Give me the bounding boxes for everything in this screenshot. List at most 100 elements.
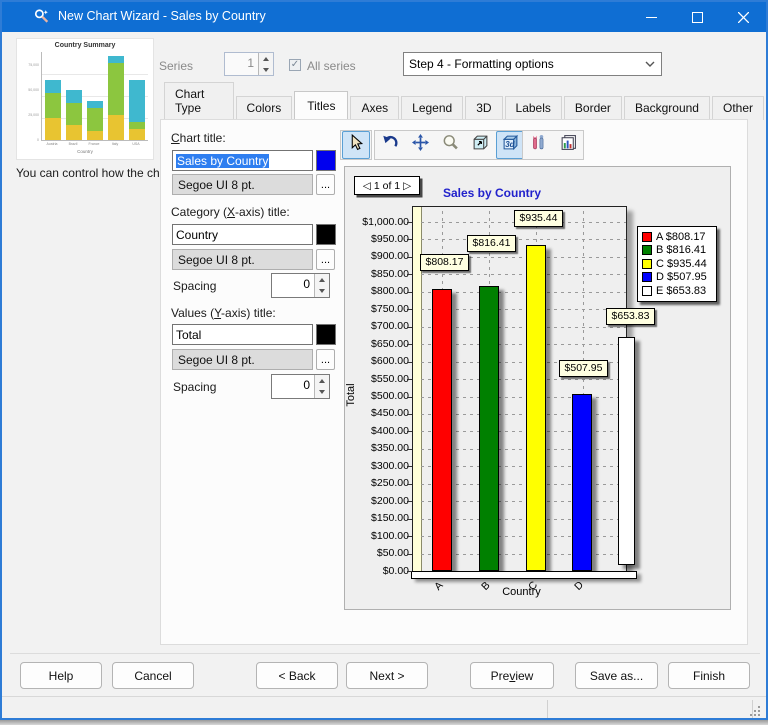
preview-button[interactable]: Pre v iew <box>470 662 554 689</box>
y-axis-tick <box>407 466 412 468</box>
yaxis-title-input-value: Total <box>176 327 202 342</box>
thumb-bar-segment <box>45 118 61 140</box>
xaxis-spacing-up[interactable] <box>315 274 329 286</box>
xaxis-title-input[interactable]: Country <box>172 224 313 245</box>
legend-item[interactable]: E $653.83 <box>642 284 712 298</box>
chart-title-label: Chart title: <box>171 131 226 145</box>
tab-legend[interactable]: Legend <box>401 96 464 120</box>
maximize-button[interactable] <box>674 2 720 32</box>
tab-labels[interactable]: Labels <box>504 96 562 120</box>
cancel-button[interactable]: Cancel <box>112 662 194 689</box>
data-label-B: $816.41 <box>467 235 516 252</box>
xaxis-font-button[interactable]: Segoe UI 8 pt. <box>172 249 313 270</box>
xaxis-title-text: Country <box>502 586 541 598</box>
all-series-checkbox[interactable]: ✓ <box>289 59 301 71</box>
thumb-bar-segment <box>45 80 61 94</box>
yaxis-font-more-button[interactable]: ... <box>316 349 335 370</box>
tab-3d[interactable]: 3D <box>465 96 503 120</box>
close-button[interactable] <box>720 2 766 32</box>
chart-title-input[interactable]: Sales by Country <box>172 150 313 171</box>
thumb-bar-segment <box>45 93 61 118</box>
bar-E[interactable] <box>618 337 635 565</box>
help-button[interactable]: Help <box>20 662 102 689</box>
thumb-xtick-label: France <box>88 142 100 146</box>
y-axis-tick <box>407 431 412 433</box>
tab-colors[interactable]: Colors <box>235 96 293 120</box>
3d-view-button[interactable]: 3d <box>496 131 524 159</box>
zoom-button[interactable] <box>436 131 464 159</box>
bar-C[interactable] <box>526 245 546 571</box>
xaxis-spacing-down[interactable] <box>315 285 329 297</box>
tools-button[interactable] <box>524 131 552 159</box>
bar-B[interactable] <box>479 286 499 571</box>
y-axis-tick-label: $300.00 <box>371 459 409 472</box>
thumb-bar-segment <box>87 131 103 140</box>
thumb-bar-segment <box>66 89 82 104</box>
next-button[interactable]: Next > <box>346 662 428 689</box>
y-axis-tick <box>407 553 412 555</box>
tab-titles[interactable]: Titles <box>294 91 349 121</box>
tab-background[interactable]: Background <box>623 96 710 120</box>
bar-D[interactable] <box>572 394 592 571</box>
y-axis-tick-label: $0.00 <box>382 564 409 577</box>
chart-title-font-button[interactable]: Segoe UI 8 pt. <box>172 174 313 195</box>
finish-button[interactable]: Finish <box>668 662 750 689</box>
tab-axes[interactable]: Axes <box>350 96 400 120</box>
y-axis-tick-label: $950.00 <box>371 232 409 245</box>
resize-grip[interactable] <box>750 706 760 716</box>
yaxis-font-button[interactable]: Segoe UI 8 pt. <box>172 349 313 370</box>
series-spinner[interactable]: 1 <box>224 52 274 76</box>
thumb-bar-segment <box>87 108 103 132</box>
y-axis-tick <box>407 239 412 241</box>
save-as-button[interactable]: Save as... <box>575 662 658 689</box>
xaxis-spacing-spinner[interactable]: 0 <box>271 273 330 298</box>
select-cursor-button[interactable] <box>342 131 370 159</box>
y-axis-tick-label: $600.00 <box>371 355 409 368</box>
gallery-button[interactable] <box>554 131 582 159</box>
page-indicator: 1 of 1 <box>373 179 401 192</box>
toolbar-group: 3d <box>374 130 526 160</box>
series-spinner-up[interactable] <box>259 53 273 64</box>
chart-title-color-swatch[interactable] <box>316 150 336 171</box>
thumb-bar-segment <box>129 121 145 130</box>
y-axis-tick <box>407 518 412 520</box>
depth-button[interactable] <box>466 131 494 159</box>
xaxis-font-more-button[interactable]: ... <box>316 249 335 270</box>
yaxis-title-input[interactable]: Total <box>172 324 313 345</box>
prev-page-icon[interactable]: ◁ <box>363 180 371 192</box>
next-page-icon[interactable]: ▷ <box>403 180 411 192</box>
tab-other[interactable]: Other <box>711 96 764 120</box>
tab-border[interactable]: Border <box>563 96 622 120</box>
bar-A[interactable] <box>432 289 452 571</box>
y-axis-tick <box>407 536 412 538</box>
thumb-xtick-label: USA <box>132 142 140 146</box>
chart-title-font-more-button[interactable]: ... <box>316 174 335 195</box>
yaxis-spacing-spinner[interactable]: 0 <box>271 374 330 399</box>
move-button[interactable] <box>406 131 434 159</box>
minimize-button[interactable] <box>628 2 674 32</box>
legend-item[interactable]: B $816.41 <box>642 244 712 258</box>
yaxis-spacing-value: 0 <box>303 378 310 392</box>
y-axis-tick-label: $850.00 <box>371 267 409 280</box>
legend-item[interactable]: A $808.17 <box>642 230 712 244</box>
thumb-gridline <box>42 74 148 75</box>
xaxis-color-swatch[interactable] <box>316 224 336 245</box>
legend-item[interactable]: D $507.95 <box>642 271 712 285</box>
yaxis-color-swatch[interactable] <box>316 324 336 345</box>
series-spinner-down[interactable] <box>259 64 273 75</box>
y-axis-tick <box>407 344 412 346</box>
thumb-bar-segment <box>87 101 103 109</box>
tab-chart-type[interactable]: Chart Type <box>164 82 234 120</box>
yaxis-spacing-down[interactable] <box>315 386 329 398</box>
undo-button[interactable] <box>376 131 404 159</box>
yaxis-spacing-label: Spacing <box>173 380 217 394</box>
step-dropdown[interactable]: Step 4 - Formatting options <box>403 52 662 76</box>
thumbnail-plot <box>41 52 148 141</box>
legend-swatch <box>642 285 652 296</box>
back-button[interactable]: < Back <box>256 662 338 689</box>
y-axis-tick-label: $500.00 <box>371 390 409 402</box>
legend-item[interactable]: C $935.44 <box>642 257 712 271</box>
yaxis-spacing-up[interactable] <box>315 375 329 387</box>
y-axis-tick <box>407 396 412 398</box>
chart-legend[interactable]: A $808.17 B $816.41 C $935.44 D $507.95 E $6… <box>637 226 717 302</box>
